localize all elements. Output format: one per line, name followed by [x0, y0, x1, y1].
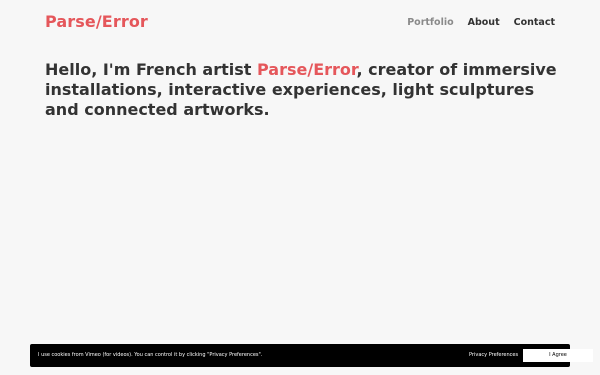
nav-portfolio[interactable]: Portfolio: [407, 17, 453, 28]
cookie-message: I use cookies from Vimeo (for videos). Y…: [38, 352, 263, 358]
site-header: Parse/Error Portfolio About Contact: [0, 0, 600, 46]
page: Parse/Error Portfolio About Contact Hell…: [0, 0, 600, 375]
cookie-banner: I use cookies from Vimeo (for videos). Y…: [30, 344, 593, 367]
intro-prefix: Hello, I'm French artist: [45, 60, 257, 79]
main-nav: Portfolio About Contact: [407, 17, 555, 28]
nav-about[interactable]: About: [468, 17, 500, 28]
site-logo[interactable]: Parse/Error: [45, 12, 148, 31]
privacy-preferences-link[interactable]: Privacy Preferences: [469, 352, 518, 358]
artist-name: Parse/Error: [257, 60, 357, 79]
intro-heading: Hello, I'm French artist Parse/Error, cr…: [45, 60, 565, 120]
nav-contact[interactable]: Contact: [514, 17, 555, 28]
agree-button[interactable]: I Agree: [523, 349, 593, 362]
